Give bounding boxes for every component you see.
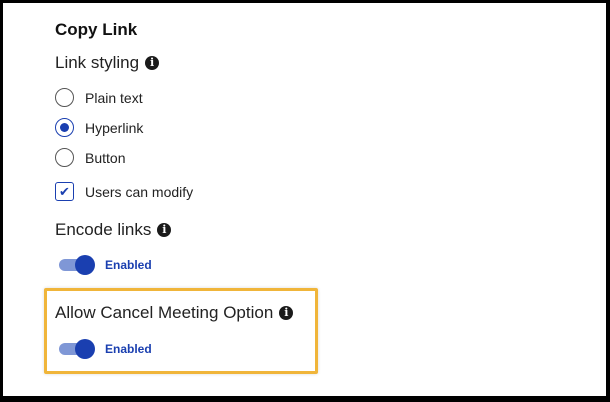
allow-cancel-toggle[interactable] — [59, 339, 95, 359]
encode-links-heading: Encode links i — [55, 220, 172, 240]
link-styling-label: Link styling — [55, 53, 140, 72]
toggle-knob[interactable] — [75, 255, 95, 275]
link-styling-heading: Link styling i — [55, 53, 160, 73]
checkmark-icon[interactable]: ✔ — [55, 182, 74, 201]
allow-cancel-label: Allow Cancel Meeting Option — [55, 303, 274, 322]
radio-label: Plain text — [85, 89, 143, 106]
checkbox-label: Users can modify — [85, 183, 194, 200]
settings-panel: Copy Link Link styling i Plain text Hype… — [3, 3, 606, 396]
info-icon[interactable]: i — [145, 56, 160, 70]
highlight-box — [44, 288, 318, 374]
users-can-modify-checkbox-row[interactable]: ✔ Users can modify — [55, 182, 193, 201]
allow-cancel-heading: Allow Cancel Meeting Option i — [55, 303, 294, 323]
radio-label: Hyperlink — [85, 119, 144, 136]
radio-plain-text[interactable]: Plain text — [55, 88, 143, 107]
radio-button-option[interactable]: Button — [55, 148, 125, 167]
panel-title: Copy Link — [55, 20, 138, 39]
radio-dot — [60, 123, 69, 132]
encode-links-label: Encode links — [55, 220, 152, 239]
allow-cancel-toggle-row[interactable]: Enabled — [59, 339, 152, 359]
encode-links-toggle[interactable] — [59, 255, 95, 275]
info-icon[interactable]: i — [279, 306, 294, 320]
radio-button[interactable] — [55, 88, 74, 107]
info-icon[interactable]: i — [157, 223, 172, 237]
toggle-knob[interactable] — [75, 339, 95, 359]
radio-label: Button — [85, 149, 126, 166]
radio-button[interactable] — [55, 148, 74, 167]
encode-links-toggle-row[interactable]: Enabled — [59, 255, 152, 275]
radio-button-selected[interactable] — [55, 118, 74, 137]
radio-hyperlink[interactable]: Hyperlink — [55, 118, 143, 137]
toggle-status: Enabled — [105, 258, 152, 272]
toggle-status: Enabled — [105, 342, 152, 356]
